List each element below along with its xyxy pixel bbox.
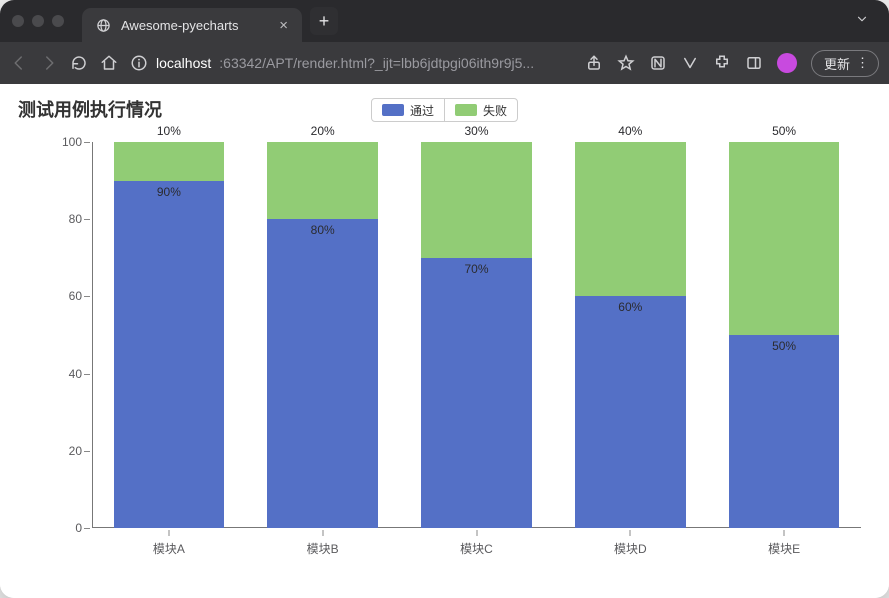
reload-button[interactable] — [70, 54, 88, 72]
site-info-icon[interactable] — [130, 54, 148, 72]
tab-title: Awesome-pyecharts — [121, 18, 269, 33]
bar-segment-pass[interactable]: 90% — [114, 181, 225, 528]
bar-label-pass: 90% — [157, 185, 181, 199]
bar-segment-pass[interactable]: 50% — [729, 335, 840, 528]
bar-label-pass: 50% — [772, 339, 796, 353]
x-tick-label: 模块C — [460, 540, 493, 557]
update-button[interactable]: 更新 ⋮ — [811, 50, 879, 77]
window-controls — [12, 15, 64, 27]
page-content: 测试用例执行情况 通过 失败 020406080100 90%10%80%20%… — [0, 84, 889, 598]
bar-group: 50%50% — [729, 142, 840, 528]
bar-label-pass: 60% — [618, 300, 642, 314]
plot-region: 90%10%80%20%70%30%60%40%50%50% — [92, 142, 861, 528]
bar-group: 70%30% — [421, 142, 532, 528]
y-axis-ticks: 020406080100 — [14, 142, 92, 528]
x-tick-mark — [630, 530, 631, 536]
url-host: localhost — [156, 55, 211, 71]
bar-segment-fail[interactable]: 20% — [267, 142, 378, 219]
toolbar: localhost :63342/APT/render.html?_ijt=lbb… — [0, 42, 889, 84]
y-tick-label: 100 — [62, 135, 82, 149]
bar-label-fail: 30% — [464, 124, 488, 138]
y-tick-label: 80 — [69, 212, 82, 226]
bar-segment-pass[interactable]: 70% — [421, 258, 532, 528]
x-tick-mark — [784, 530, 785, 536]
y-tick-label: 20 — [69, 444, 82, 458]
legend-swatch-pass — [382, 104, 404, 116]
bar-segment-pass[interactable]: 80% — [267, 219, 378, 528]
legend-swatch-fail — [455, 104, 477, 116]
bar-segment-fail[interactable]: 30% — [421, 142, 532, 258]
globe-icon — [96, 18, 111, 33]
bar-group: 80%20% — [267, 142, 378, 528]
toolbar-right: 更新 ⋮ — [585, 50, 879, 77]
x-tick-mark — [476, 530, 477, 536]
bar-segment-fail[interactable]: 50% — [729, 142, 840, 335]
y-tick-label: 40 — [69, 367, 82, 381]
profile-avatar[interactable] — [777, 53, 797, 73]
bar-label-fail: 10% — [157, 124, 181, 138]
bars-layer: 90%10%80%20%70%30%60%40%50%50% — [92, 142, 861, 528]
traffic-close-icon[interactable] — [12, 15, 24, 27]
panel-icon[interactable] — [745, 54, 763, 72]
x-tick-label: 模块E — [768, 540, 800, 557]
y-tick-label: 60 — [69, 289, 82, 303]
home-button[interactable] — [100, 54, 118, 72]
x-tick-label: 模块A — [153, 540, 185, 557]
traffic-max-icon[interactable] — [52, 15, 64, 27]
chart-legend: 通过 失败 — [371, 98, 518, 122]
x-tick-label: 模块B — [307, 540, 339, 557]
bar-segment-fail[interactable]: 40% — [575, 142, 686, 296]
traffic-min-icon[interactable] — [32, 15, 44, 27]
chart-title: 测试用例执行情况 — [18, 96, 162, 122]
browser-window: Awesome-pyecharts × + localhost :63342/AP… — [0, 0, 889, 598]
tab-close-icon[interactable]: × — [279, 18, 288, 33]
bar-segment-fail[interactable]: 10% — [114, 142, 225, 181]
bar-segment-pass[interactable]: 60% — [575, 296, 686, 528]
legend-label-fail: 失败 — [483, 102, 507, 119]
notion-icon[interactable] — [649, 54, 667, 72]
legend-item-pass[interactable]: 通过 — [372, 99, 444, 121]
bar-label-fail: 50% — [772, 124, 796, 138]
y-tick-label: 0 — [75, 521, 82, 535]
legend-item-fail[interactable]: 失败 — [445, 99, 517, 121]
tabs-overflow-button[interactable] — [847, 8, 877, 35]
bar-label-fail: 20% — [311, 124, 335, 138]
share-icon[interactable] — [585, 54, 603, 72]
bar-label-pass: 80% — [311, 223, 335, 237]
titlebar: Awesome-pyecharts × + — [0, 0, 889, 42]
extensions-icon[interactable] — [713, 54, 731, 72]
kebab-menu-icon[interactable]: ⋮ — [856, 55, 870, 71]
new-tab-button[interactable]: + — [310, 7, 338, 35]
x-axis-labels: 模块A 模块B 模块C 模块D 模块E — [92, 536, 861, 556]
chart-area: 020406080100 90%10%80%20%70%30%60%40%50%… — [14, 120, 875, 586]
bar-group: 90%10% — [114, 142, 225, 528]
x-tick-mark — [322, 530, 323, 536]
bar-label-pass: 70% — [464, 262, 488, 276]
x-tick-label: 模块D — [614, 540, 647, 557]
address-bar[interactable]: localhost :63342/APT/render.html?_ijt=lbb… — [130, 54, 573, 72]
bookmark-star-icon[interactable] — [617, 54, 635, 72]
back-button[interactable] — [10, 54, 28, 72]
bar-label-fail: 40% — [618, 124, 642, 138]
v-icon[interactable] — [681, 54, 699, 72]
update-label: 更新 — [824, 54, 850, 73]
forward-button[interactable] — [40, 54, 58, 72]
url-path: :63342/APT/render.html?_ijt=lbb6jdtpgi06… — [219, 55, 534, 71]
tab-active[interactable]: Awesome-pyecharts × — [82, 8, 302, 42]
legend-label-pass: 通过 — [410, 102, 434, 119]
bar-group: 60%40% — [575, 142, 686, 528]
x-tick-mark — [168, 530, 169, 536]
